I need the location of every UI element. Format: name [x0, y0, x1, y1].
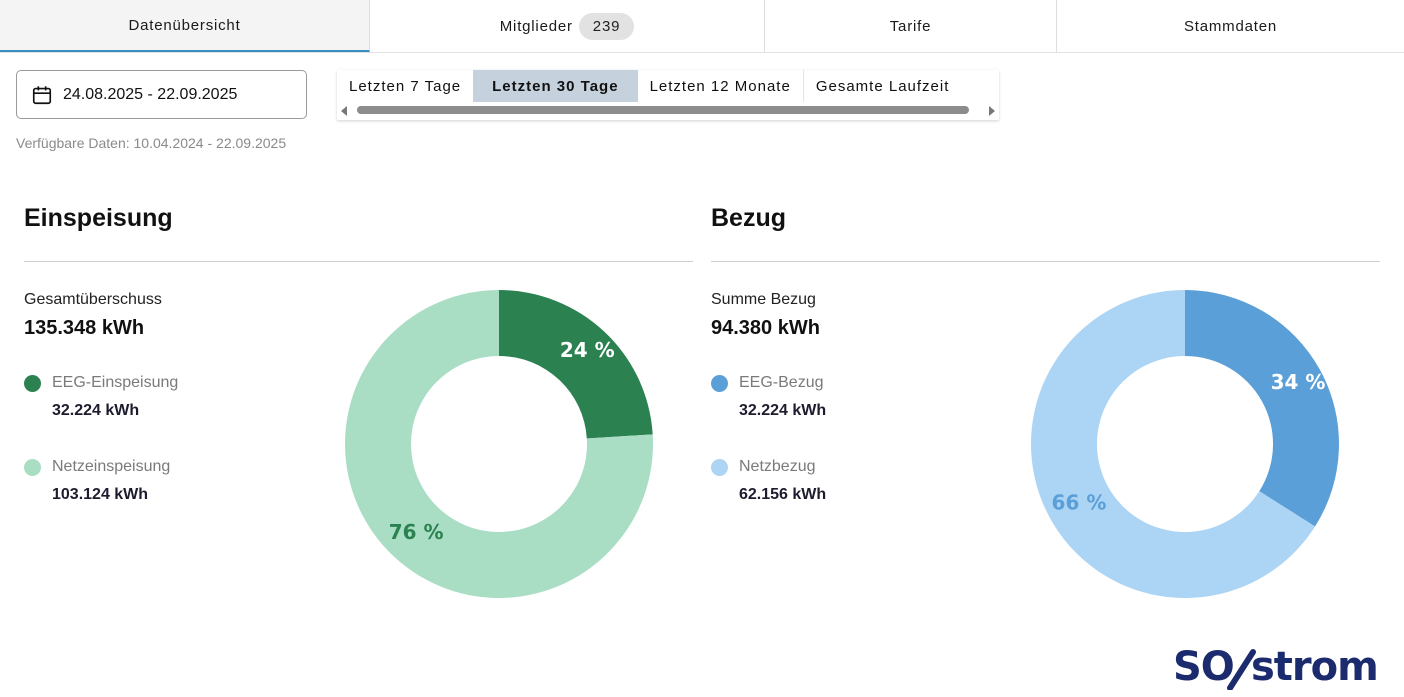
legend-dot-eeg-consumption [711, 374, 728, 392]
legend-eeg-feed-in: EEG-Einspeisung [24, 374, 178, 392]
legend-value: 103.124 kWh [52, 486, 149, 503]
date-range-value: 24.08.2025 - 22.09.2025 [63, 85, 238, 103]
feed-in-total-label: Gesamtüberschuss [24, 291, 162, 308]
donut-label-0-1: 76 % [389, 520, 444, 544]
legend-dot-grid-consumption [711, 458, 728, 476]
scroll-right-arrow-icon[interactable] [989, 106, 995, 116]
tab-master-data[interactable]: Stammdaten [1057, 0, 1404, 52]
members-count-badge: 239 [578, 12, 635, 40]
tab-master-data-label: Stammdaten [1183, 17, 1278, 35]
main-tabs: Datenübersicht Mitglieder 239 Tarife Sta… [0, 0, 1404, 53]
donut-label-1-1: 66 % [1052, 490, 1107, 514]
logo-text-left: SO [1173, 644, 1234, 690]
legend-eeg-consumption: EEG-Bezug [711, 374, 823, 392]
consumption-total-label: Summe Bezug [711, 291, 816, 308]
tab-overview-label: Datenübersicht [128, 16, 241, 34]
legend-value: 62.156 kWh [739, 486, 827, 503]
legend-dot-eeg-feed-in [24, 374, 41, 392]
feed-in-donut-chart: 24 % 76 % [344, 290, 653, 598]
feed-in-total-value: 135.348 kWh [24, 317, 145, 339]
range-selector: Letzten 7 Tage Letzten 30 Tage Letzten 1… [337, 70, 999, 120]
available-data-range: Verfügbare Daten: 10.04.2024 - 22.09.202… [16, 135, 287, 151]
donut-slice-0-0 [499, 290, 653, 439]
donut-label-0-0: 24 % [560, 338, 615, 362]
tab-tariffs-label: Tarife [889, 17, 932, 35]
donut-slice-1-0 [1185, 290, 1339, 527]
legend-grid-feed-in: Netzeinspeisung [24, 458, 170, 476]
logo-text-right: strom [1251, 644, 1378, 690]
scrollbar-thumb[interactable] [357, 106, 969, 114]
sostrom-logo: SO strom [1173, 644, 1379, 690]
legend-label: Netzeinspeisung [52, 458, 171, 475]
date-range-picker[interactable]: 24.08.2025 - 22.09.2025 [16, 70, 307, 119]
legend-label: Netzbezug [739, 458, 816, 475]
range-total[interactable]: Gesamte Laufzeit [802, 70, 962, 102]
tab-members-label: Mitglieder [499, 17, 573, 35]
donut-label-1-0: 34 % [1271, 370, 1326, 394]
feed-in-divider [24, 261, 693, 262]
legend-label: EEG-Einspeisung [52, 374, 179, 391]
legend-value: 32.224 kWh [52, 402, 140, 419]
consumption-total-value: 94.380 kWh [711, 317, 820, 339]
tab-overview[interactable]: Datenübersicht [0, 0, 370, 52]
range-12-months[interactable]: Letzten 12 Monate [638, 70, 803, 102]
consumption-donut-chart: 34 % 66 % [1031, 290, 1339, 598]
legend-grid-consumption: Netzbezug [711, 458, 816, 476]
feed-in-title: Einspeisung [24, 204, 173, 232]
range-scrollbar[interactable] [337, 104, 999, 116]
calendar-icon [32, 85, 52, 104]
range-30-days[interactable]: Letzten 30 Tage [473, 70, 638, 102]
consumption-divider [711, 261, 1380, 262]
scroll-left-arrow-icon[interactable] [341, 106, 347, 116]
legend-label: EEG-Bezug [739, 374, 824, 391]
legend-dot-grid-feed-in [24, 458, 41, 476]
consumption-title: Bezug [711, 204, 786, 232]
range-7-days[interactable]: Letzten 7 Tage [337, 70, 473, 102]
tab-members[interactable]: Mitglieder 239 [370, 0, 765, 52]
tab-tariffs[interactable]: Tarife [765, 0, 1057, 52]
legend-value: 32.224 kWh [739, 402, 827, 419]
